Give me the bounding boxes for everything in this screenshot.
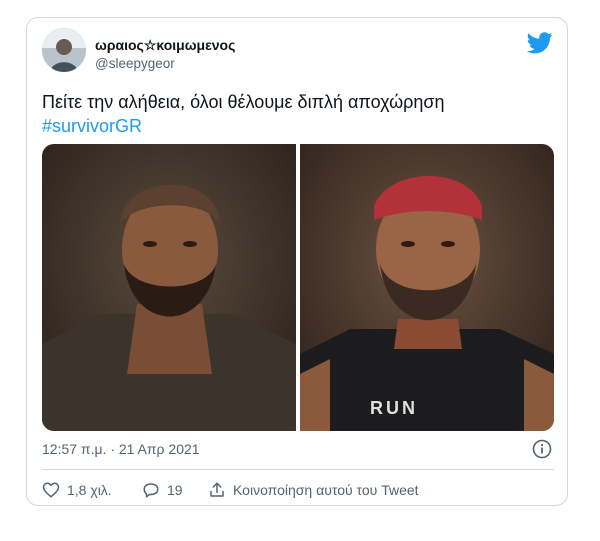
shirt-print: RUN	[370, 398, 418, 418]
reply-button[interactable]: 19	[142, 480, 183, 500]
share-button[interactable]: Κοινοποίηση αυτού του Tweet	[208, 480, 419, 500]
avatar[interactable]	[42, 28, 86, 72]
hashtag-link[interactable]: #survivorGR	[42, 114, 445, 138]
info-icon[interactable]	[532, 439, 552, 459]
divider	[42, 469, 554, 470]
timestamp[interactable]: 12:57 π.μ. · 21 Απρ 2021	[42, 441, 200, 457]
tweet-card[interactable]: ωραιος☆κοιμωμενος @sleepygeor Πείτε την …	[26, 17, 568, 506]
photo-right[interactable]: RUN	[300, 144, 554, 431]
twitter-bird-icon[interactable]	[526, 32, 553, 54]
user-handle[interactable]: @sleepygeor	[95, 56, 175, 71]
tweet-body: Πείτε την αλήθεια, όλοι θέλουμε διπλή απ…	[42, 92, 445, 112]
tweet-media[interactable]: RUN	[42, 144, 554, 431]
tweet-text: Πείτε την αλήθεια, όλοι θέλουμε διπλή απ…	[42, 90, 445, 138]
reply-count: 19	[167, 482, 183, 498]
heart-icon	[42, 482, 60, 498]
like-count: 1,8 χιλ.	[67, 482, 112, 498]
reply-bubble-icon	[143, 483, 159, 498]
photo-left[interactable]	[42, 144, 296, 431]
share-label: Κοινοποίηση αυτού του Tweet	[233, 482, 419, 498]
display-name[interactable]: ωραιος☆κοιμωμενος	[95, 37, 235, 54]
like-button[interactable]: 1,8 χιλ.	[42, 480, 112, 500]
share-icon	[210, 482, 224, 497]
